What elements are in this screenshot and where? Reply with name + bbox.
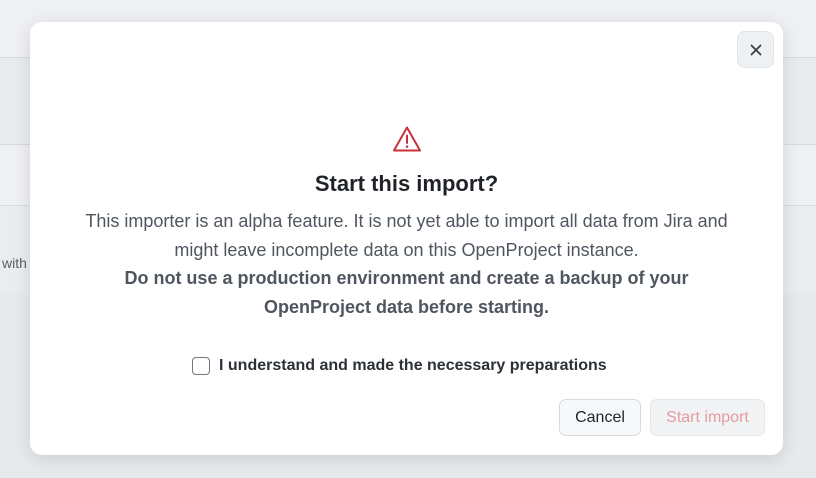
confirm-checkbox[interactable] [192, 357, 210, 375]
dialog-title: Start this import? [314, 171, 499, 196]
confirm-label[interactable]: I understand and made the necessary prep… [219, 357, 607, 375]
import-confirm-dialog: Start this import? This importer is an a… [30, 22, 783, 455]
description-text: This importer is an alpha feature. It is… [85, 211, 728, 260]
cancel-button[interactable]: Cancel [559, 399, 641, 436]
alert-triangle-icon [393, 126, 421, 152]
description-warning: Do not use a production environment and … [124, 268, 689, 317]
start-import-button[interactable]: Start import [650, 399, 765, 436]
background-text: with [2, 255, 27, 271]
dialog-description: This importer is an alpha feature. It is… [70, 207, 743, 321]
close-button[interactable] [737, 31, 774, 68]
confirm-preparations[interactable]: I understand and made the necessary prep… [192, 357, 607, 375]
close-icon [750, 44, 761, 55]
